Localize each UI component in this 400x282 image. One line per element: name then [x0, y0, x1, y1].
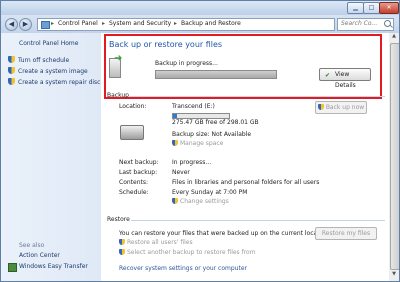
next-backup-value: In progress...: [172, 159, 212, 166]
view-details-icon: ✔: [325, 72, 331, 79]
sidebar-item-action-center[interactable]: Action Center: [19, 252, 60, 259]
breadcrumb-separator: ▸: [51, 20, 55, 27]
change-settings-link[interactable]: Change settings: [172, 198, 229, 205]
sidebar-item-label: Create a system repair disc: [18, 79, 101, 86]
forward-button[interactable]: ▶: [19, 18, 32, 31]
shield-icon: [172, 198, 178, 204]
recover-system-link[interactable]: Recover system settings or your computer: [119, 265, 247, 272]
divider: [131, 220, 385, 221]
next-backup-label: Next backup:: [119, 159, 159, 166]
shield-icon: [119, 249, 125, 255]
shield-icon: [8, 67, 15, 74]
sidebar-item-create-system-image[interactable]: Create a system image: [8, 67, 88, 75]
address-bar[interactable]: ▸ Control Panel ▸ System and Security ▸ …: [37, 18, 366, 31]
breadcrumb-control-panel[interactable]: Control Panel: [58, 20, 98, 27]
restore-all-users-label: Restore all users' files: [127, 239, 193, 246]
navigation-bar: ◀ ▶ ▸ Control Panel ▸ System and Securit…: [1, 15, 399, 33]
breadcrumb-separator[interactable]: ▸: [174, 20, 177, 27]
main-content: Back up or restore your files ➜ Backup i…: [101, 33, 399, 281]
scroll-up-icon[interactable]: ▲: [390, 33, 398, 42]
manage-space-label: Manage space: [180, 140, 224, 147]
location-value: Transcend (E:): [172, 103, 215, 110]
minimize-button[interactable]: ▁: [347, 2, 364, 14]
title-bar: ▁ □ ✕: [1, 1, 399, 15]
scroll-down-icon[interactable]: ▼: [390, 271, 398, 280]
change-settings-label: Change settings: [180, 198, 229, 205]
last-backup-label: Last backup:: [119, 169, 158, 176]
backup-section-heading: Backup: [107, 92, 129, 99]
page-title: Back up or restore your files: [109, 40, 223, 49]
control-panel-icon: [41, 21, 50, 29]
scrollbar-thumb[interactable]: [390, 43, 399, 270]
scrollbar[interactable]: ▲ ▼: [389, 33, 399, 281]
breadcrumb-separator[interactable]: ▸: [102, 20, 105, 27]
shield-icon: [317, 104, 324, 110]
select-another-backup-label: Select another backup to restore files f…: [127, 249, 256, 256]
schedule-label: Schedule:: [119, 189, 149, 196]
manage-space-link[interactable]: Manage space: [172, 140, 223, 147]
view-details-label: View Details: [335, 71, 356, 89]
divider: [129, 96, 385, 97]
window: ▁ □ ✕ ◀ ▶ ▸ Control Panel ▸ System and S…: [0, 0, 400, 282]
last-backup-value: Never: [172, 169, 190, 176]
backup-arrow-icon: ➜: [114, 53, 123, 64]
backup-progress-bar: [155, 70, 277, 79]
sidebar-item-windows-easy-transfer[interactable]: Windows Easy Transfer: [19, 263, 88, 270]
back-button[interactable]: ◀: [5, 18, 18, 31]
free-space-text: 275.47 GB free of 298.01 GB: [172, 119, 259, 126]
sidebar-item-label: Turn off schedule: [18, 57, 70, 64]
view-details-button[interactable]: ✔ View Details: [319, 68, 371, 89]
sidebar-item-control-panel-home[interactable]: Control Panel Home: [19, 40, 78, 47]
contents-value: Files in libraries and personal folders …: [172, 179, 320, 186]
external-drive-icon: [120, 125, 144, 140]
restore-my-files-button[interactable]: Restore my files: [315, 227, 377, 240]
shield-icon: [172, 140, 178, 146]
shield-icon: [8, 56, 15, 63]
sidebar: Control Panel Home Turn off schedule Cre…: [1, 33, 101, 281]
search-input[interactable]: Search Co...: [337, 18, 394, 31]
close-button[interactable]: ✕: [379, 2, 399, 14]
back-up-now-label: Back up now: [325, 104, 365, 111]
easy-transfer-icon: [8, 263, 17, 272]
shield-icon: [8, 78, 15, 85]
search-icon[interactable]: [384, 20, 391, 27]
drive-usage-fill: [173, 114, 178, 118]
backup-status: Backup in progress...: [155, 60, 218, 67]
backup-size-text: Backup size: Not Available: [172, 131, 252, 138]
restore-section-heading: Restore: [107, 216, 130, 223]
shield-icon: [119, 239, 125, 245]
back-up-now-button[interactable]: Back up now: [315, 101, 367, 114]
location-label: Location:: [119, 103, 147, 110]
select-another-backup-link[interactable]: Select another backup to restore files f…: [119, 249, 256, 256]
breadcrumb-backup-and-restore[interactable]: Backup and Restore: [181, 20, 241, 27]
see-also-heading: See also: [19, 242, 45, 249]
schedule-value: Every Sunday at 7:00 PM: [172, 189, 248, 196]
restore-description: You can restore your files that were bac…: [119, 230, 331, 237]
restore-all-users-link[interactable]: Restore all users' files: [119, 239, 193, 246]
sidebar-item-turn-off-schedule[interactable]: Turn off schedule: [8, 56, 69, 64]
sidebar-item-create-repair-disc[interactable]: Create a system repair disc: [8, 78, 100, 86]
search-placeholder: Search Co...: [341, 20, 378, 27]
sidebar-item-label: Create a system image: [18, 68, 88, 75]
contents-label: Contents:: [119, 179, 149, 186]
breadcrumb-system-and-security[interactable]: System and Security: [109, 20, 171, 27]
maximize-button[interactable]: □: [363, 2, 380, 14]
